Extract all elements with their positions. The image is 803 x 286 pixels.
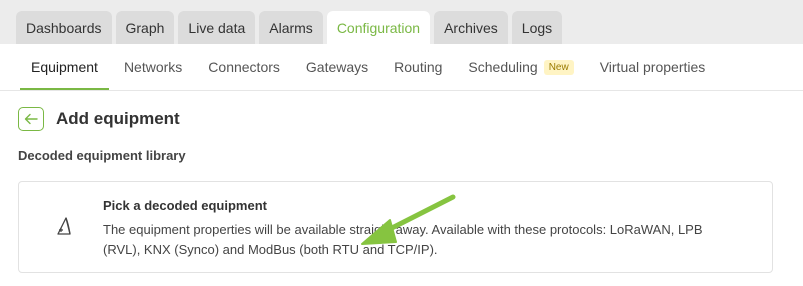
tab-logs[interactable]: Logs	[511, 11, 563, 44]
subtab-label: Scheduling	[468, 59, 538, 75]
tab-label: Graph	[125, 19, 165, 36]
tab-live-data[interactable]: Live data	[178, 11, 256, 44]
tab-label: Alarms	[269, 19, 313, 36]
tab-label: Dashboards	[26, 19, 102, 36]
subtab-equipment[interactable]: Equipment	[18, 44, 111, 90]
subtab-label: Gateways	[305, 59, 369, 75]
top-tab-bar: Dashboards Graph Live data Alarms Config…	[0, 0, 803, 44]
tab-label: Archives	[444, 19, 498, 36]
decoded-equipment-card[interactable]: Pick a decoded equipment The equipment p…	[18, 181, 773, 273]
page-title: Add equipment	[56, 109, 180, 128]
sail-icon	[57, 217, 71, 235]
arrow-left-icon	[24, 113, 38, 125]
tab-label: Logs	[521, 19, 553, 36]
tab-label: Configuration	[336, 19, 421, 36]
subtab-label: Routing	[394, 59, 443, 75]
subtab-label: Networks	[123, 59, 183, 75]
tab-archives[interactable]: Archives	[434, 11, 508, 44]
tab-label: Live data	[188, 19, 246, 36]
tab-alarms[interactable]: Alarms	[259, 11, 323, 44]
subtab-networks[interactable]: Networks	[111, 44, 195, 90]
main-tabs: Dashboards Graph Live data Alarms Config…	[16, 11, 563, 44]
subtab-connectors[interactable]: Connectors	[195, 44, 293, 90]
subtab-routing[interactable]: Routing	[381, 44, 455, 90]
tab-configuration[interactable]: Configuration	[326, 11, 431, 44]
subtab-gateways[interactable]: Gateways	[293, 44, 381, 90]
card-description: The equipment properties will be availab…	[103, 222, 703, 257]
back-button[interactable]	[18, 107, 44, 131]
subtab-divider	[0, 90, 803, 91]
configuration-panel: Equipment Networks Connectors Gateways R…	[0, 44, 803, 286]
section-title: Decoded equipment library	[18, 148, 186, 163]
new-badge: New	[543, 59, 574, 75]
subtab-label: Connectors	[208, 59, 280, 75]
card-title: Pick a decoded equipment	[103, 198, 267, 213]
subtab-label: Equipment	[31, 59, 98, 75]
subtab-label: Virtual properties	[599, 59, 706, 75]
tab-graph[interactable]: Graph	[115, 11, 175, 44]
sub-tabs: Equipment Networks Connectors Gateways R…	[18, 44, 803, 90]
subtab-virtual-properties[interactable]: Virtual properties	[587, 44, 719, 90]
subtab-scheduling[interactable]: Scheduling New	[455, 44, 586, 90]
tab-dashboards[interactable]: Dashboards	[16, 11, 112, 44]
